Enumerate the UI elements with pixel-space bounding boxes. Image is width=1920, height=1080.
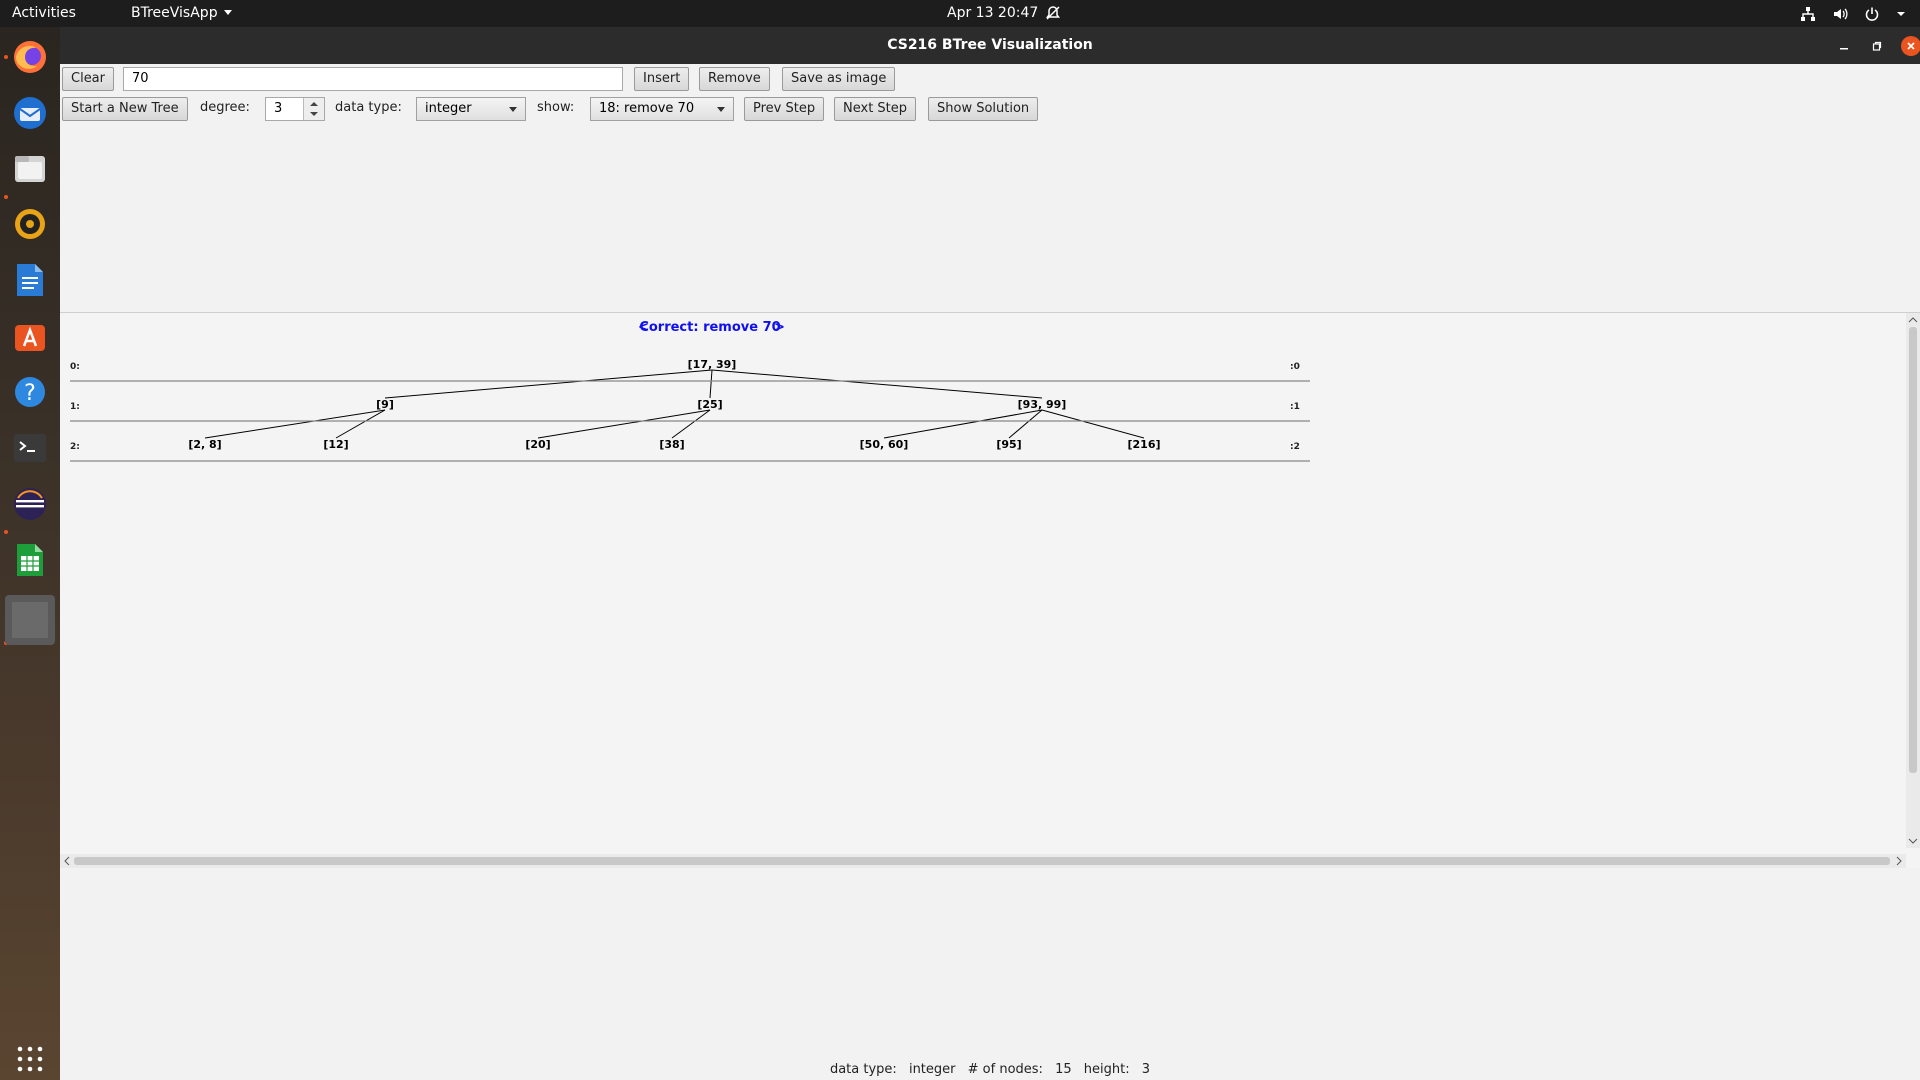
spinner-arrows[interactable] bbox=[303, 98, 324, 120]
rhythmbox-icon[interactable] bbox=[10, 204, 50, 244]
level-label-left: 2: bbox=[70, 442, 80, 452]
remove-button[interactable]: Remove bbox=[699, 67, 770, 91]
status-datatype-label: data type: bbox=[829, 1062, 897, 1077]
tree-diagram: < Correct: remove 70 > 0::0[17, 39]1::1[… bbox=[70, 320, 1310, 462]
software-icon[interactable] bbox=[10, 316, 50, 356]
step-selected-value: 18: remove 70 bbox=[599, 101, 695, 116]
status-height-label: height: bbox=[1083, 1062, 1130, 1077]
tree-node: [50, 60] bbox=[860, 438, 909, 451]
app-window: CS216 BTree Visualization Clear 70 Inser… bbox=[60, 27, 1920, 1080]
tree-edge bbox=[709, 369, 713, 399]
running-indicator bbox=[4, 530, 8, 534]
tree-edge bbox=[671, 409, 711, 439]
writer-icon[interactable] bbox=[10, 260, 50, 300]
eclipse-icon[interactable] bbox=[10, 484, 50, 524]
calc-icon[interactable] bbox=[10, 540, 50, 580]
tree-node: [38] bbox=[659, 438, 684, 451]
tree-edge bbox=[204, 409, 386, 439]
horizontal-scrollbar[interactable] bbox=[60, 854, 1906, 868]
clock[interactable]: Apr 13 20:47 bbox=[947, 0, 1038, 27]
value-input[interactable]: 70 bbox=[123, 67, 623, 91]
dock: ? bbox=[0, 27, 60, 1080]
datatype-selected-value: integer bbox=[425, 101, 472, 116]
tree-node: [2, 8] bbox=[188, 438, 221, 451]
window-titlebar[interactable]: CS216 BTree Visualization bbox=[60, 27, 1920, 64]
firefox-icon[interactable] bbox=[10, 37, 50, 77]
tree-node: [12] bbox=[323, 438, 348, 451]
app-window-icon[interactable] bbox=[5, 595, 55, 645]
tree-edge bbox=[883, 409, 1043, 439]
level-label-right: :1 bbox=[1290, 402, 1300, 412]
tree-edge bbox=[384, 369, 713, 399]
help-icon[interactable]: ? bbox=[10, 372, 50, 412]
maximize-icon[interactable] bbox=[1867, 36, 1887, 56]
network-icon[interactable] bbox=[1800, 6, 1816, 22]
level-label-left: 1: bbox=[70, 402, 80, 412]
tree-node: [17, 39] bbox=[688, 358, 737, 371]
clear-button[interactable]: Clear bbox=[62, 67, 114, 91]
svg-text:?: ? bbox=[24, 381, 36, 406]
tree-edge bbox=[711, 369, 1043, 399]
app-menu[interactable]: BTreeVisApp bbox=[131, 0, 232, 27]
tree-node: [9] bbox=[376, 398, 394, 411]
save-image-button[interactable]: Save as image bbox=[782, 67, 896, 91]
chevron-down-icon bbox=[223, 10, 232, 15]
tree-node: [20] bbox=[525, 438, 550, 451]
thunderbird-icon[interactable] bbox=[10, 93, 50, 133]
tree-node: [216] bbox=[1127, 438, 1160, 451]
tree-node: [25] bbox=[697, 398, 722, 411]
status-height-value: 3 bbox=[1141, 1062, 1151, 1077]
step-select[interactable]: 18: remove 70 bbox=[590, 97, 734, 121]
degree-value: 3 bbox=[274, 101, 283, 116]
status-nodes-value: 15 bbox=[1055, 1062, 1072, 1077]
new-tree-button[interactable]: Start a New Tree bbox=[62, 97, 188, 121]
show-apps-icon[interactable] bbox=[10, 1039, 50, 1079]
show-label: show: bbox=[537, 100, 575, 115]
show-solution-button[interactable]: Show Solution bbox=[928, 97, 1039, 121]
notifications-off-icon[interactable] bbox=[1045, 0, 1061, 27]
power-icon[interactable] bbox=[1864, 6, 1880, 22]
tree-canvas[interactable]: < Correct: remove 70 > 0::0 [17, 39] 1::1[… bbox=[60, 312, 1920, 868]
status-nodes-label: # of nodes: bbox=[967, 1062, 1043, 1077]
chevron-down-icon bbox=[509, 107, 517, 112]
system-top-bar: Activities BTreeVisApp Apr 13 20:47 bbox=[0, 0, 1920, 27]
level-label-right: :2 bbox=[1290, 442, 1300, 452]
system-menu-chevron-icon[interactable] bbox=[1896, 6, 1906, 22]
level-label-left: 0: bbox=[70, 362, 80, 372]
degree-label: degree: bbox=[200, 100, 250, 115]
tree-edge bbox=[537, 409, 711, 439]
level-label-right: :0 bbox=[1290, 362, 1300, 372]
datatype-label: data type: bbox=[335, 100, 402, 115]
tree-heading-next[interactable]: > bbox=[774, 320, 785, 335]
tree-edge bbox=[1041, 409, 1145, 439]
volume-icon[interactable] bbox=[1832, 6, 1848, 22]
close-icon[interactable] bbox=[1901, 36, 1920, 56]
tree-node: [93, 99] bbox=[1018, 398, 1067, 411]
status-bar: data type: integer # of nodes: 15 height… bbox=[60, 1062, 1920, 1077]
tree-edge bbox=[1008, 409, 1043, 439]
vertical-scrollbar[interactable] bbox=[1906, 313, 1920, 848]
terminal-icon[interactable] bbox=[10, 428, 50, 468]
files-icon[interactable] bbox=[10, 148, 50, 188]
status-datatype-value: integer bbox=[908, 1062, 956, 1077]
degree-spinner[interactable]: 3 bbox=[265, 97, 325, 121]
tree-heading: Correct: remove 70 bbox=[639, 320, 780, 335]
datatype-select[interactable]: integer bbox=[416, 97, 526, 121]
next-step-button[interactable]: Next Step bbox=[834, 97, 917, 121]
window-title: CS216 BTree Visualization bbox=[887, 37, 1093, 53]
running-indicator bbox=[4, 195, 8, 199]
minimize-icon[interactable] bbox=[1834, 36, 1854, 56]
insert-button[interactable]: Insert bbox=[634, 67, 690, 91]
app-menu-label: BTreeVisApp bbox=[131, 5, 218, 21]
prev-step-button[interactable]: Prev Step bbox=[744, 97, 825, 121]
running-indicator bbox=[4, 55, 8, 59]
chevron-down-icon bbox=[717, 107, 725, 112]
tree-node: [95] bbox=[996, 438, 1021, 451]
activities-button[interactable]: Activities bbox=[12, 0, 76, 27]
